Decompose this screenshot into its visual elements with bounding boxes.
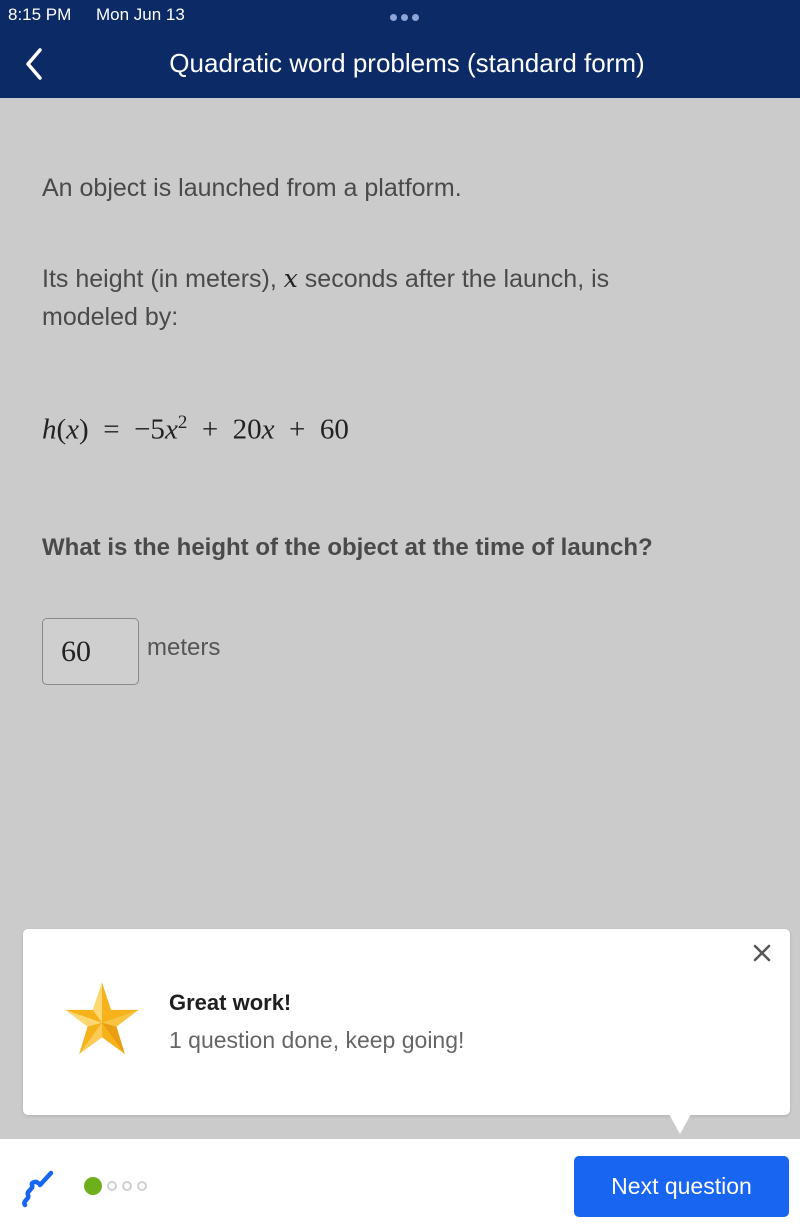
question-text: What is the height of the object at the … [42, 534, 653, 561]
star-icon [65, 982, 139, 1054]
next-question-button[interactable]: Next question [574, 1156, 789, 1217]
progress-dot [122, 1181, 132, 1191]
status-time: 8:15 PM [8, 5, 72, 24]
eq-op2: + [289, 413, 306, 446]
eq-var2: x [261, 413, 275, 446]
close-button[interactable] [748, 939, 776, 967]
eq-coef1: −5 [134, 413, 165, 446]
progress-dot [107, 1181, 117, 1191]
page-title: Quadratic word problems (standard form) [169, 48, 645, 78]
problem-intro: An object is launched from a platform. [42, 174, 462, 202]
eq-coef2: 20 [232, 413, 262, 446]
math-variable: x [283, 264, 298, 293]
equation: h(x) = −5x2 + 20x + 60 [42, 412, 349, 446]
eq-fn: h [42, 413, 57, 446]
scratchpad-button[interactable] [20, 1169, 54, 1209]
answer-input[interactable]: 60 [42, 618, 139, 685]
progress-indicator [84, 1177, 147, 1195]
toast-title: Great work! [169, 990, 292, 1015]
progress-dot [137, 1181, 147, 1191]
eq-exp: 2 [177, 412, 188, 433]
eq-equals: = [103, 413, 120, 446]
toast-message: 1 question done, keep going! [169, 1027, 465, 1053]
status-date: Mon Jun 13 [96, 5, 185, 24]
answer-unit: meters [147, 634, 221, 661]
top-bar: 8:15 PM Mon Jun 13 Quadratic word proble… [0, 0, 800, 98]
close-icon [753, 944, 771, 962]
scratchpad-icon [22, 1170, 54, 1208]
eq-const: 60 [319, 413, 349, 446]
toast-pointer [669, 1114, 691, 1134]
eq-op1: + [201, 413, 219, 446]
problem-model-text: Its height (in meters), x seconds after … [42, 260, 702, 336]
eq-var: x [66, 413, 80, 446]
multitasking-dots-icon[interactable] [390, 14, 419, 21]
model-text-before: Its height (in meters), [42, 265, 284, 293]
eq-var1: x [164, 413, 178, 446]
footer-bar: Next question [0, 1139, 800, 1231]
feedback-toast: Great work! 1 question done, keep going! [23, 929, 790, 1115]
progress-dot-complete [84, 1177, 102, 1195]
